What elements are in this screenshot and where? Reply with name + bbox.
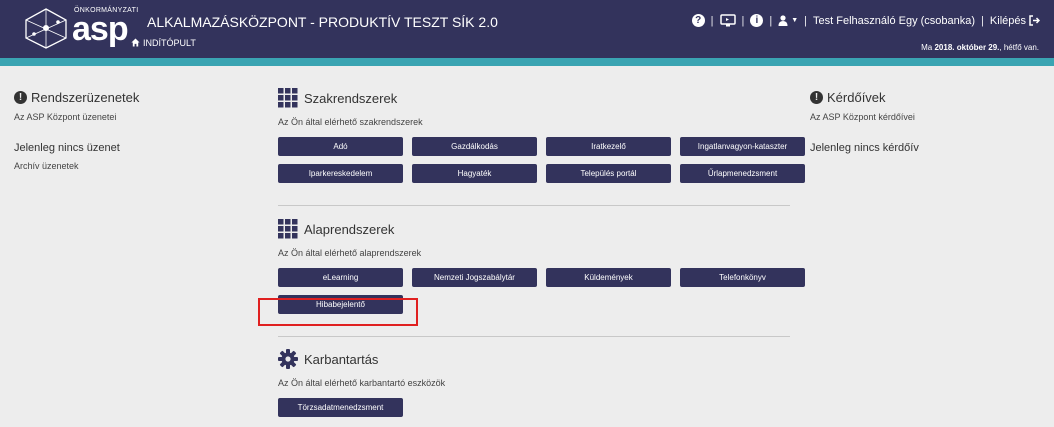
separator: | bbox=[741, 14, 745, 27]
questionnaires-subtitle: Az ASP Központ kérdőívei bbox=[810, 112, 915, 122]
logo-text: asp bbox=[72, 10, 129, 48]
karbantartas-buttons: Törzsadatmenedzsment bbox=[278, 398, 790, 417]
gear-icon bbox=[278, 349, 298, 369]
urlapmenedzsment-button[interactable]: Űrlapmenedzsment bbox=[680, 164, 805, 183]
telepules-portal-button[interactable]: Település portál bbox=[546, 164, 671, 183]
separator: | bbox=[981, 14, 984, 27]
ingatlanvagyon-kataszter-button[interactable]: Ingatlanvagyon-kataszter bbox=[680, 137, 805, 156]
accent-strip bbox=[0, 58, 1054, 66]
archive-messages-link[interactable]: Archív üzenetek bbox=[14, 161, 244, 171]
alaprendszerek-subtitle: Az Ön által elérhető alaprendszerek bbox=[278, 248, 422, 258]
date-value: 2018. október 29. bbox=[934, 43, 1000, 52]
gazdalkodas-button[interactable]: Gazdálkodás bbox=[412, 137, 537, 156]
karbantartas-title: Karbantartás bbox=[304, 351, 379, 367]
no-questionnaires-text: Jelenleg nincs kérdőív bbox=[810, 142, 919, 154]
asp-logo[interactable]: ÖNKORMÁNYZATI asp bbox=[22, 6, 138, 50]
top-header: ÖNKORMÁNYZATI asp ALKALMAZÁSKÖZPONT - PR… bbox=[0, 0, 1054, 58]
header-toolbar: ? | | i | ▼ | Test Felhasználó Egy (csob… bbox=[691, 14, 1040, 27]
torzsadatmenedzsment-button[interactable]: Törzsadatmenedzsment bbox=[278, 398, 403, 417]
user-name[interactable]: Test Felhasználó Egy (csobanka) bbox=[813, 15, 975, 27]
app-title: ALKALMAZÁSKÖZPONT - PRODUKTÍV TESZT SÍK … bbox=[147, 14, 498, 30]
telefonkonyv-button[interactable]: Telefonkönyv bbox=[680, 268, 805, 287]
karbantartas-section: Karbantartás Az Ön által elérhető karban… bbox=[278, 349, 790, 417]
alaprendszerek-title: Alaprendszerek bbox=[304, 221, 395, 237]
date-line: Ma 2018. október 29., hétfő van. bbox=[921, 43, 1039, 52]
szakrendszerek-section: Szakrendszerek Az Ön által elérhető szak… bbox=[278, 88, 805, 183]
kuldemenyek-button[interactable]: Küldemények bbox=[546, 268, 671, 287]
question-icon[interactable]: ? bbox=[691, 14, 705, 27]
logout-icon bbox=[1029, 15, 1040, 26]
system-messages-subtitle: Az ASP Központ üzenetei bbox=[14, 112, 117, 122]
nemzeti-jogszabalytar-button[interactable]: Nemzeti Jogszabálytár bbox=[412, 268, 537, 287]
home-label: INDÍTÓPULT bbox=[143, 38, 196, 48]
chevron-down-icon: ▼ bbox=[791, 17, 799, 24]
questionnaires-panel: ! Kérdőívek Az ASP Központ kérdőívei Jel… bbox=[810, 90, 1040, 154]
separator: | bbox=[804, 14, 808, 27]
grid-icon bbox=[278, 88, 298, 108]
date-suffix: , hétfő van. bbox=[999, 43, 1039, 52]
iparkereskedelem-button[interactable]: Iparkereskedelem bbox=[278, 164, 403, 183]
separator: | bbox=[710, 14, 714, 27]
ado-button[interactable]: Adó bbox=[278, 137, 403, 156]
alaprendszerek-heading: Alaprendszerek bbox=[278, 219, 790, 239]
monitor-icon[interactable] bbox=[719, 14, 736, 27]
karbantartas-subtitle: Az Ön által elérhető karbantartó eszközö… bbox=[278, 378, 446, 388]
iratkezelo-button[interactable]: Iratkezelő bbox=[546, 137, 671, 156]
divider bbox=[278, 336, 790, 337]
system-messages-label: Rendszerüzenetek bbox=[31, 90, 140, 105]
grid-icon bbox=[278, 219, 298, 239]
questionnaires-label: Kérdőívek bbox=[827, 90, 886, 105]
szakrendszerek-subtitle: Az Ön által elérhető szakrendszerek bbox=[278, 117, 423, 127]
user-icon bbox=[778, 15, 788, 26]
home-link[interactable]: INDÍTÓPULT bbox=[131, 38, 196, 48]
logout-label: Kilépés bbox=[989, 14, 1026, 27]
elearning-button[interactable]: eLearning bbox=[278, 268, 403, 287]
szakrendszerek-heading: Szakrendszerek bbox=[278, 88, 790, 108]
asp-logo-icon bbox=[25, 8, 67, 49]
exclamation-icon: ! bbox=[810, 91, 823, 104]
exclamation-icon: ! bbox=[14, 91, 27, 104]
user-menu[interactable]: ▼ bbox=[778, 15, 798, 26]
system-messages-title: ! Rendszerüzenetek bbox=[14, 90, 244, 105]
no-messages-text: Jelenleg nincs üzenet bbox=[14, 142, 120, 154]
separator: | bbox=[769, 14, 773, 27]
system-messages-panel: ! Rendszerüzenetek Az ASP Központ üzenet… bbox=[14, 90, 244, 171]
szakrendszerek-buttons: Adó Gazdálkodás Iratkezelő Ingatlanvagyo… bbox=[278, 137, 805, 183]
karbantartas-heading: Karbantartás bbox=[278, 349, 790, 369]
logout-link[interactable]: Kilépés bbox=[990, 15, 1040, 27]
info-icon[interactable]: i bbox=[750, 14, 764, 27]
szakrendszerek-title: Szakrendszerek bbox=[304, 90, 398, 106]
divider bbox=[278, 205, 790, 206]
date-prefix: Ma bbox=[921, 43, 933, 52]
highlight-box bbox=[258, 298, 418, 326]
hagyatek-button[interactable]: Hagyaték bbox=[412, 164, 537, 183]
home-icon bbox=[131, 38, 140, 47]
questionnaires-title: ! Kérdőívek bbox=[810, 90, 1040, 105]
